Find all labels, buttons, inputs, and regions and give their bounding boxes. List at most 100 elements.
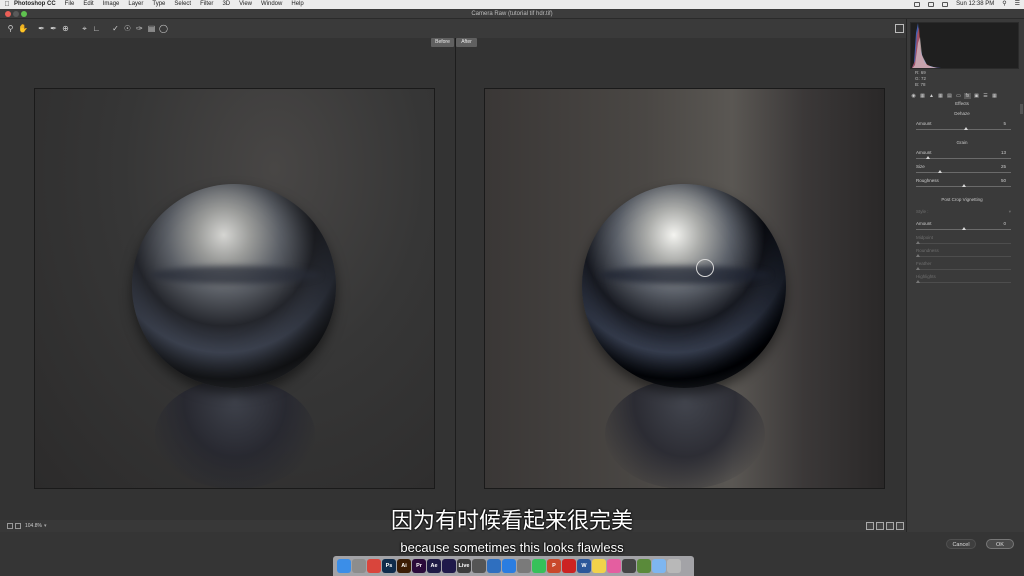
chrome-icon[interactable]: [367, 559, 381, 573]
detail-tab-icon[interactable]: ▲: [928, 93, 935, 99]
grain-amount-label: Amount: [916, 150, 932, 155]
grain-roughness-thumb[interactable]: [961, 184, 966, 187]
adjustment-brush-icon[interactable]: ✑: [135, 24, 144, 33]
vignetting-feather-track[interactable]: [916, 269, 1011, 270]
menu-window[interactable]: Window: [261, 0, 282, 9]
open-preferences-icon[interactable]: [895, 24, 904, 33]
app-icon-4[interactable]: [622, 559, 636, 573]
radial-filter-icon[interactable]: ◯: [159, 24, 168, 33]
menu-type[interactable]: Type: [152, 0, 165, 9]
powerpoint-icon[interactable]: P: [547, 559, 561, 573]
finder-icon[interactable]: [337, 559, 351, 573]
grain-amount-thumb[interactable]: [926, 156, 931, 159]
vignetting-feather-label: Feather: [916, 261, 932, 266]
wifi-icon[interactable]: [928, 2, 935, 7]
app-icon-1[interactable]: [472, 559, 486, 573]
vignetting-roundness-track[interactable]: [916, 256, 1011, 257]
straighten-icon[interactable]: ∟: [92, 24, 101, 33]
grain-size-thumb[interactable]: [937, 170, 942, 173]
notification-center-icon[interactable]: ☰: [1015, 0, 1020, 9]
search-icon[interactable]: ⚲: [1002, 0, 1006, 9]
apple-menu-icon[interactable]: : [0, 0, 14, 9]
vignetting-style-dropdown[interactable]: Style : ▾: [916, 209, 1011, 215]
vignetting-feather-thumb[interactable]: [916, 267, 920, 270]
notes-icon[interactable]: [592, 559, 606, 573]
trash-icon[interactable]: [667, 559, 681, 573]
hsl-tab-icon[interactable]: ▦: [937, 93, 944, 99]
app-icon-2[interactable]: [487, 559, 501, 573]
media-encoder-icon[interactable]: [442, 559, 456, 573]
grain-size-track[interactable]: [916, 172, 1011, 173]
screen:  Photoshop CC File Edit Image Layer Typ…: [0, 0, 1024, 576]
menu-file[interactable]: File: [65, 0, 75, 9]
menu-layer[interactable]: Layer: [128, 0, 143, 9]
presets-tab-icon[interactable]: ☰: [982, 93, 989, 99]
histogram-graph: [911, 23, 941, 68]
word-icon[interactable]: W: [577, 559, 591, 573]
dehaze-amount-value[interactable]: 5: [1003, 121, 1006, 126]
vignetting-highlights-thumb[interactable]: [916, 280, 920, 283]
vignetting-midpoint-track[interactable]: [916, 243, 1011, 244]
menu-help[interactable]: Help: [291, 0, 303, 9]
zoom-icon[interactable]: ⚲: [6, 24, 15, 33]
illustrator-icon[interactable]: Ai: [397, 559, 411, 573]
dock: Ps Ai Pr Ae Live P W: [333, 556, 694, 576]
menu-3d[interactable]: 3D: [222, 0, 230, 9]
graduated-filter-icon[interactable]: ▤: [147, 24, 156, 33]
premiere-icon[interactable]: Pr: [412, 559, 426, 573]
app-icon-5[interactable]: [637, 559, 651, 573]
photoshop-icon[interactable]: Ps: [382, 559, 396, 573]
launchpad-icon[interactable]: [352, 559, 366, 573]
vignetting-roundness-thumb[interactable]: [916, 254, 920, 257]
menu-edit[interactable]: Edit: [83, 0, 93, 9]
before-label[interactable]: Before: [431, 38, 454, 47]
menu-filter[interactable]: Filter: [200, 0, 213, 9]
after-label[interactable]: After: [456, 38, 477, 47]
camera-calibration-tab-icon[interactable]: ▣: [973, 93, 980, 99]
vignetting-midpoint-thumb[interactable]: [916, 241, 920, 244]
basic-tab-icon[interactable]: ◉: [910, 93, 917, 99]
menu-view[interactable]: View: [239, 0, 252, 9]
histogram-g: G: 72: [915, 76, 927, 81]
target-adjust-icon[interactable]: ⊕: [61, 24, 70, 33]
menu-bar:  Photoshop CC File Edit Image Layer Typ…: [0, 0, 1024, 9]
menu-clock[interactable]: Sun 12:38 PM: [956, 0, 994, 9]
grain-amount-value[interactable]: 13: [1001, 150, 1006, 155]
menu-select[interactable]: Select: [174, 0, 191, 9]
split-toning-tab-icon[interactable]: ▤: [946, 93, 953, 99]
vignetting-amount-thumb[interactable]: [961, 227, 966, 230]
folder-icon[interactable]: [652, 559, 666, 573]
red-eye-icon[interactable]: ☉: [123, 24, 132, 33]
panel-scrollbar[interactable]: [1020, 104, 1023, 114]
subtitle-chinese: 因为有时候看起来很完美: [390, 509, 633, 534]
snapshots-tab-icon[interactable]: ▦: [991, 93, 998, 99]
crop-icon[interactable]: ⌖: [80, 24, 89, 33]
color-sampler-icon[interactable]: ✒: [49, 24, 58, 33]
safari-icon[interactable]: [502, 559, 516, 573]
effects-tab-icon[interactable]: fx: [964, 93, 971, 99]
lens-tab-icon[interactable]: ▭: [955, 93, 962, 99]
after-effects-icon[interactable]: Ae: [427, 559, 441, 573]
live-icon[interactable]: Live: [457, 559, 471, 573]
hand-icon[interactable]: ✋: [18, 24, 28, 33]
vignetting-highlights-track[interactable]: [916, 282, 1011, 283]
histogram: [910, 22, 1019, 69]
grain-roughness-value[interactable]: 50: [1001, 178, 1006, 183]
acrobat-icon[interactable]: [562, 559, 576, 573]
menu-app-name[interactable]: Photoshop CC: [14, 0, 56, 9]
sphere-reflection: [155, 379, 315, 488]
spot-removal-icon[interactable]: ✓: [111, 24, 120, 33]
dehaze-amount-thumb[interactable]: [963, 127, 968, 130]
battery-icon[interactable]: [942, 2, 949, 7]
itunes-icon[interactable]: [607, 559, 621, 573]
status-icon[interactable]: [914, 2, 921, 7]
white-balance-icon[interactable]: ✒: [37, 24, 46, 33]
app-icon-3[interactable]: [517, 559, 531, 573]
after-photo[interactable]: [484, 88, 885, 489]
menu-image[interactable]: Image: [103, 0, 120, 9]
vignetting-amount-value[interactable]: 0: [1003, 221, 1006, 226]
grain-size-value[interactable]: 25: [1001, 164, 1006, 169]
messages-icon[interactable]: [532, 559, 546, 573]
before-photo[interactable]: [34, 88, 435, 489]
tone-curve-tab-icon[interactable]: ▦: [919, 93, 926, 99]
